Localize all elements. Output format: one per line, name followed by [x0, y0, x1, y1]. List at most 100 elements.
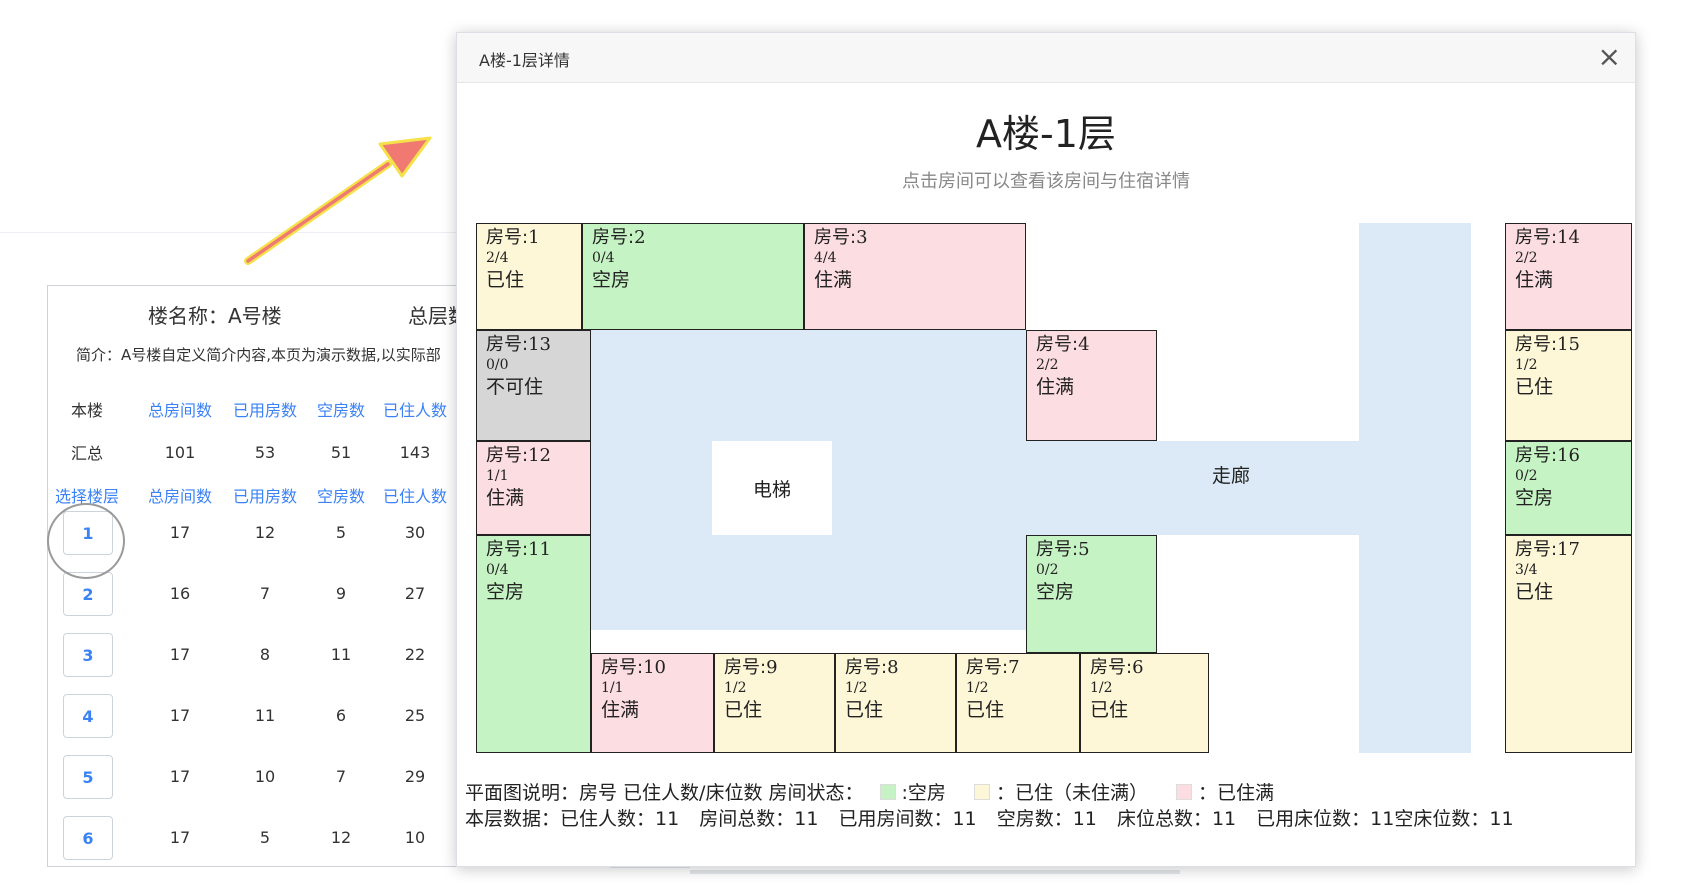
room-status: 不可住 — [486, 376, 544, 398]
room-17[interactable]: 房号:17 3/4 已住 — [1505, 535, 1632, 753]
floor-button-4[interactable]: 4 — [63, 694, 113, 738]
room-occupancy: 0/0 — [486, 357, 509, 373]
room-occupancy: 0/2 — [1515, 468, 1538, 484]
room-occupancy: 1/2 — [1090, 680, 1113, 696]
room-number-prefix: 房号: — [966, 657, 1009, 678]
room-number-prefix: 房号: — [1515, 539, 1558, 560]
legend-full: ：已住满 — [1198, 782, 1275, 804]
elevator: 电梯 — [712, 441, 832, 535]
room-number: 房号:1 — [486, 227, 572, 249]
room-number-value: 13 — [528, 334, 551, 355]
legend-swatch-empty — [879, 783, 896, 800]
plan-subtitle: 点击房间可以查看该房间与住宿详情 — [902, 171, 1190, 192]
room-7[interactable]: 房号:7 1/2 已住 — [956, 653, 1080, 753]
room-number-prefix: 房号: — [601, 657, 644, 678]
room-number-value: 5 — [1078, 539, 1090, 560]
summary-cell: 101 — [164, 443, 196, 462]
room-number: 房号:6 — [1090, 657, 1199, 679]
stat-used-beds: 已用床位数：11 — [1256, 808, 1395, 830]
room-3[interactable]: 房号:3 4/4 住满 — [804, 223, 1026, 330]
stat-residents: 本层数据：已住人数：11 — [465, 808, 680, 830]
room-6[interactable]: 房号:6 1/2 已住 — [1080, 653, 1209, 753]
floor-cell-residents: 29 — [404, 767, 426, 786]
floor-cell-residents: 25 — [404, 706, 426, 725]
room-15[interactable]: 房号:15 1/2 已住 — [1505, 330, 1632, 441]
room-number: 房号:7 — [966, 657, 1070, 679]
room-number-prefix: 房号: — [845, 657, 888, 678]
room-occupancy: 1/1 — [486, 468, 509, 484]
floor-stats: 本层数据：已住人数：11 房间总数：11 已用房间数：11 空房数：11 床位总… — [465, 804, 1528, 831]
room-4[interactable]: 房号:4 2/2 住满 — [1026, 330, 1157, 441]
floor-header: 总房间数 — [147, 487, 212, 506]
room-12[interactable]: 房号:12 1/1 住满 — [476, 441, 591, 535]
arrow-annotation — [244, 136, 432, 265]
room-number-value: 14 — [1557, 227, 1580, 248]
room-9[interactable]: 房号:9 1/2 已住 — [714, 653, 835, 753]
room-status: 已住 — [1090, 699, 1129, 721]
room-number: 房号:8 — [845, 657, 946, 679]
room-number-prefix: 房号: — [1515, 334, 1558, 355]
room-10[interactable]: 房号:10 1/1 住满 — [591, 653, 714, 753]
room-number-prefix: 房号: — [486, 227, 529, 248]
room-8[interactable]: 房号:8 1/2 已住 — [835, 653, 956, 753]
floor-button-5[interactable]: 5 — [63, 755, 113, 799]
room-number-value: 12 — [528, 445, 551, 466]
plan-title: A楼-1层 — [976, 112, 1116, 156]
room-number: 房号:14 — [1515, 227, 1622, 249]
room-status: 空房 — [592, 269, 631, 291]
room-number-value: 10 — [643, 657, 666, 678]
dialog-header: A楼-1层详情 × — [457, 33, 1635, 83]
floor-cell-total-rooms: 16 — [169, 584, 191, 603]
room-number: 房号:11 — [486, 539, 581, 561]
floor-plan: 电梯 走廊 房号:1 2/4 已住 房号:2 0/4 空房 房号:3 4/4 住满 房号:4 2/2… — [476, 223, 1632, 753]
room-occupancy: 2/4 — [486, 250, 509, 266]
room-11[interactable]: 房号:11 0/4 空房 — [476, 535, 591, 753]
summary-cell: 汇总 — [70, 444, 103, 463]
room-status: 空房 — [1515, 487, 1554, 509]
floor-cell-residents: 22 — [404, 645, 426, 664]
room-status: 已住 — [845, 699, 884, 721]
room-number-prefix: 房号: — [486, 334, 529, 355]
legend-partial: ：已住（未住满） — [995, 782, 1148, 804]
close-icon[interactable]: × — [1598, 41, 1621, 73]
room-number-prefix: 房号: — [1515, 227, 1558, 248]
room-number-value: 3 — [856, 227, 868, 248]
room-status: 已住 — [486, 269, 525, 291]
room-number: 房号:12 — [486, 445, 581, 467]
room-occupancy: 2/2 — [1036, 357, 1059, 373]
floor-cell-total-rooms: 17 — [169, 645, 191, 664]
summary-header: 总房间数 — [147, 401, 212, 420]
floor-header: 已住人数 — [382, 487, 447, 506]
room-occupancy: 4/4 — [814, 250, 837, 266]
room-number: 房号:17 — [1515, 539, 1622, 561]
room-14[interactable]: 房号:14 2/2 住满 — [1505, 223, 1632, 330]
room-number-prefix: 房号: — [1036, 334, 1079, 355]
room-16[interactable]: 房号:16 0/2 空房 — [1505, 441, 1632, 535]
summary-header: 本楼 — [70, 401, 103, 420]
room-number: 房号:5 — [1036, 539, 1147, 561]
room-number: 房号:10 — [601, 657, 704, 679]
stat-total-rooms: 房间总数：11 — [699, 808, 819, 830]
room-number: 房号:4 — [1036, 334, 1147, 356]
room-5[interactable]: 房号:5 0/2 空房 — [1026, 535, 1157, 653]
room-13[interactable]: 房号:13 0/0 不可住 — [476, 330, 591, 441]
room-status: 空房 — [486, 581, 525, 603]
room-occupancy: 3/4 — [1515, 562, 1538, 578]
room-number-value: 16 — [1557, 445, 1580, 466]
room-1[interactable]: 房号:1 2/4 已住 — [476, 223, 582, 330]
floor-button-3[interactable]: 3 — [63, 633, 113, 677]
room-number-prefix: 房号: — [486, 445, 529, 466]
summary-cell: 143 — [399, 443, 431, 462]
room-number-value: 4 — [1078, 334, 1090, 355]
floor-detail-dialog: A楼-1层详情 × A楼-1层 点击房间可以查看该房间与住宿详情 电梯 走廊 房… — [456, 32, 1636, 867]
corridor-label: 走廊 — [1212, 465, 1251, 487]
room-2[interactable]: 房号:2 0/4 空房 — [582, 223, 804, 330]
room-number-prefix: 房号: — [486, 539, 529, 560]
floor-cell-total-rooms: 17 — [169, 767, 191, 786]
floor-cell-residents: 27 — [404, 584, 426, 603]
room-occupancy: 1/2 — [845, 680, 868, 696]
floor-button-6[interactable]: 6 — [63, 816, 113, 860]
room-status: 空房 — [1036, 581, 1075, 603]
stat-empty-beds: 空床位数：11 — [1394, 808, 1514, 830]
room-occupancy: 0/4 — [486, 562, 509, 578]
